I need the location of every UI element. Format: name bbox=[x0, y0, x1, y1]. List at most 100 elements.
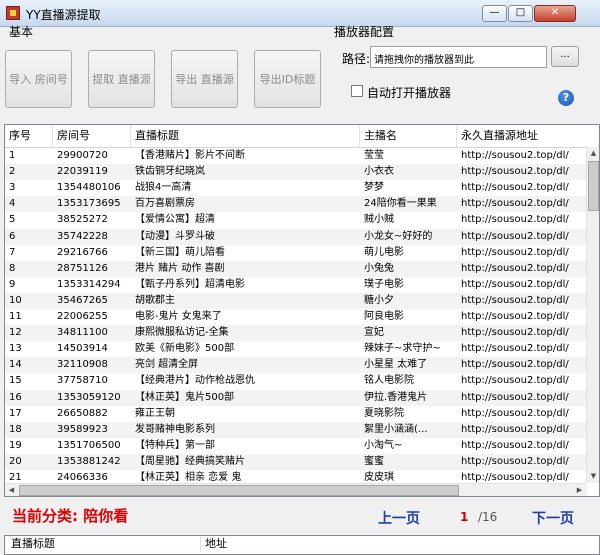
vertical-scrollbar[interactable]: ▲ ▼ bbox=[586, 147, 599, 483]
table-row[interactable]: 14 32110908 亮剑 超清全屏 小星星 太难了 http://sousou2.t… bbox=[5, 357, 587, 374]
cell-room-id: 1354480106 bbox=[57, 182, 121, 194]
column-header-room[interactable]: 房间号 bbox=[53, 125, 131, 147]
table-row[interactable]: 7 29216766 【新三国】萌儿陪看 萌儿电影 http://sousou2.top… bbox=[5, 245, 587, 261]
table-row[interactable]: 10 35467265 胡歌郡主 糖小夕 http://sousou2.top/dl/ bbox=[5, 292, 587, 309]
table-row[interactable]: 8 28751126 港片 赌片 动作 喜剧 小兔兔 http://sousou2.to… bbox=[5, 260, 587, 277]
minimize-button[interactable]: — bbox=[482, 5, 507, 22]
scroll-up-arrow-icon[interactable]: ▲ bbox=[587, 147, 599, 160]
autoplay-checkbox[interactable] bbox=[351, 85, 363, 97]
cell-row-index: 12 bbox=[9, 327, 22, 339]
cell-stream-title: 战狼4一高清 bbox=[135, 182, 192, 194]
cell-stream-url: http://sousou2.top/dl/ bbox=[461, 343, 569, 355]
result-column-title[interactable]: 直播标题 bbox=[7, 536, 201, 552]
import-room-button[interactable]: 导入 房间号 bbox=[5, 50, 72, 108]
table-row[interactable]: 20 1353881242 【周星驰】经典搞笑赌片 蜜蜜 http://sousou2.… bbox=[5, 453, 587, 470]
close-button[interactable]: ✕ bbox=[534, 5, 576, 22]
cell-room-id: 35467265 bbox=[57, 294, 108, 306]
horizontal-scroll-thumb[interactable] bbox=[19, 485, 459, 496]
export-id-title-button[interactable]: 导出ID标题 bbox=[254, 50, 321, 108]
table-row[interactable]: 11 22006255 电影-鬼片 女鬼来了 阿良电影 http://sousou2.t… bbox=[5, 309, 587, 325]
cell-stream-url: http://sousou2.top/dl/ bbox=[461, 294, 569, 306]
stream-table: 序号 房间号 直播标题 主播名 永久直播源地址 1 29900720 【香港赌片】影… bbox=[4, 124, 600, 497]
cell-stream-url: http://sousou2.top/dl/ bbox=[461, 150, 569, 161]
cell-anchor-name: 萌儿电影 bbox=[364, 246, 404, 258]
cell-anchor-name: 夏晓影院 bbox=[364, 407, 404, 419]
cell-room-id: 38525272 bbox=[57, 214, 108, 226]
help-icon[interactable]: ? bbox=[558, 90, 574, 106]
horizontal-scrollbar[interactable]: ◀ ▶ bbox=[5, 483, 586, 496]
cell-anchor-name: 璞子电影 bbox=[364, 278, 404, 290]
cell-anchor-name: 小龙女~好好的 bbox=[364, 230, 433, 242]
cell-stream-title: 港片 赌片 动作 喜剧 bbox=[135, 262, 225, 274]
cell-stream-url: http://sousou2.top/dl/ bbox=[461, 407, 569, 419]
scroll-right-arrow-icon[interactable]: ▶ bbox=[573, 484, 586, 496]
table-row[interactable]: 19 1351706500 【特种兵】第一部 小淘气~ http://sousou2.t… bbox=[5, 438, 587, 454]
current-category: 当前分类: 陪你看 bbox=[12, 507, 129, 525]
window-title: YY直播源提取 bbox=[26, 8, 101, 22]
extract-source-button[interactable]: 提取 直播源 bbox=[88, 50, 155, 108]
cell-stream-title: 【林正英】鬼片500部 bbox=[135, 391, 235, 403]
table-row[interactable]: 15 37758710 【经典港片】动作枪战恩仇 铭人电影院 http://sousou… bbox=[5, 373, 587, 389]
cell-row-index: 13 bbox=[9, 343, 22, 355]
cell-row-index: 5 bbox=[9, 214, 16, 226]
table-row[interactable]: 4 1353173695 百万喜剧票房 24陪你看一果果 http://sousou2.… bbox=[5, 196, 587, 213]
cell-stream-title: 雍正王朝 bbox=[135, 407, 175, 419]
cell-stream-url: http://sousou2.top/dl/ bbox=[461, 182, 569, 194]
scroll-down-arrow-icon[interactable]: ▼ bbox=[587, 470, 599, 483]
cell-stream-url: http://sousou2.top/dl/ bbox=[461, 278, 569, 290]
cell-anchor-name: 宣妃 bbox=[364, 327, 384, 339]
cell-room-id: 26650882 bbox=[57, 407, 108, 419]
cell-anchor-name: 贼小贼 bbox=[364, 214, 394, 226]
table-row[interactable]: 2 22039119 铁齿铜牙纪晓岚 小衣衣 http://sousou2.top/dl… bbox=[5, 164, 587, 181]
table-row[interactable]: 18 39589923 发哥赌神电影系列 絮里小涵涵(... http://sousou… bbox=[5, 421, 587, 438]
vertical-scroll-thumb[interactable] bbox=[588, 161, 599, 211]
table-row[interactable]: 12 34811100 康熙微服私访记-全集 宣妃 http://sousou2.top… bbox=[5, 325, 587, 342]
cell-stream-url: http://sousou2.top/dl/ bbox=[461, 166, 569, 178]
cell-stream-url: http://sousou2.top/dl/ bbox=[461, 439, 569, 451]
prev-page-link[interactable]: 上一页 bbox=[378, 508, 420, 528]
player-path-input[interactable]: 请拖拽你的播放器到此 bbox=[370, 46, 547, 68]
cell-room-id: 29900720 bbox=[57, 150, 108, 161]
column-header-title[interactable]: 直播标题 bbox=[131, 125, 360, 147]
table-row[interactable]: 6 35742228 【动漫】斗罗斗破 小龙女~好好的 http://sousou2.t… bbox=[5, 228, 587, 245]
table-row[interactable]: 13 14503914 欧美《新电影》500部 辣妹子~求守护~ http://sous… bbox=[5, 341, 587, 357]
column-header-url[interactable]: 永久直播源地址 bbox=[457, 125, 587, 147]
maximize-button[interactable]: □ bbox=[508, 5, 533, 22]
cell-row-index: 9 bbox=[9, 278, 16, 290]
cell-stream-title: 【特种兵】第一部 bbox=[135, 439, 215, 451]
next-page-link[interactable]: 下一页 bbox=[532, 508, 574, 528]
cell-anchor-name: 糖小夕 bbox=[364, 294, 394, 306]
cell-row-index: 16 bbox=[9, 391, 22, 403]
cell-room-id: 35742228 bbox=[57, 230, 108, 242]
table-row[interactable]: 16 1353059120 【林正英】鬼片500部 伊拉.香港鬼片 http://sou… bbox=[5, 389, 587, 406]
cell-stream-title: 电影-鬼片 女鬼来了 bbox=[135, 311, 222, 322]
scroll-left-arrow-icon[interactable]: ◀ bbox=[5, 484, 18, 496]
export-source-button[interactable]: 导出 直播源 bbox=[171, 50, 238, 108]
table-row[interactable]: 1 29900720 【香港赌片】影片不间断 莹莹 http://sousou2.top… bbox=[5, 148, 587, 164]
cell-stream-title: 亮剑 超清全屏 bbox=[135, 359, 199, 371]
cell-row-index: 2 bbox=[9, 166, 16, 178]
cell-row-index: 20 bbox=[9, 455, 22, 467]
cell-stream-url: http://sousou2.top/dl/ bbox=[461, 391, 569, 403]
table-row[interactable]: 3 1354480106 战狼4一高清 梦梦 http://sousou2.top/dl… bbox=[5, 180, 587, 196]
table-row[interactable]: 5 38525272 【爱情公寓】超清 贼小贼 http://sousou2.top/d… bbox=[5, 212, 587, 228]
cell-anchor-name: 辣妹子~求守护~ bbox=[364, 343, 441, 355]
cell-stream-title: 康熙微服私访记-全集 bbox=[135, 327, 229, 339]
cell-anchor-name: 蜜蜜 bbox=[364, 455, 384, 467]
column-header-index[interactable]: 序号 bbox=[5, 125, 53, 147]
cell-stream-url: http://sousou2.top/dl/ bbox=[461, 246, 569, 258]
cell-row-index: 14 bbox=[9, 359, 22, 371]
player-group-label: 播放器配置 bbox=[334, 25, 395, 39]
cell-row-index: 11 bbox=[9, 311, 22, 322]
table-row[interactable]: 17 26650882 雍正王朝 夏晓影院 http://sousou2.top/dl/ bbox=[5, 406, 587, 422]
result-column-url[interactable]: 地址 bbox=[201, 536, 401, 552]
cell-room-id: 22006255 bbox=[57, 311, 108, 322]
cell-stream-title: 胡歌郡主 bbox=[135, 294, 175, 306]
cell-stream-url: http://sousou2.top/dl/ bbox=[461, 311, 569, 322]
cell-room-id: 29216766 bbox=[57, 246, 108, 258]
cell-anchor-name: 小淘气~ bbox=[364, 439, 403, 451]
column-header-anchor[interactable]: 主播名 bbox=[360, 125, 457, 147]
table-row[interactable]: 9 1353314294 【甄子丹系列】超清电影 璞子电影 http://sousou2… bbox=[5, 277, 587, 293]
cell-row-index: 1 bbox=[9, 150, 16, 161]
browse-button[interactable]: ... bbox=[551, 46, 579, 67]
